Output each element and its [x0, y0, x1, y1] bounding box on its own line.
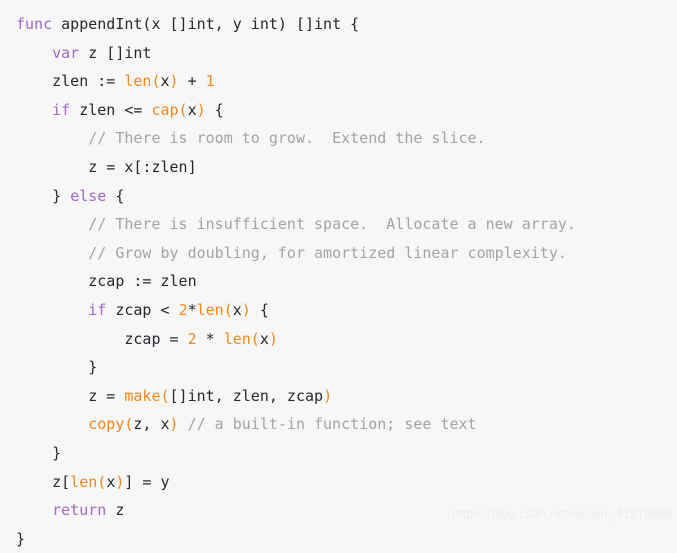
code-token-plain: ] = y	[124, 472, 170, 491]
code-token-com: // There is room to grow. Extend the sli…	[88, 129, 486, 148]
code-token-plain: z =	[16, 386, 125, 405]
code-token-fn: )	[241, 300, 251, 319]
code-line: return z	[16, 496, 677, 525]
code-token-kw: var	[52, 43, 80, 62]
code-line: func appendInt(x []int, y int) []int {	[16, 10, 677, 39]
code-token-num: 1	[205, 72, 215, 91]
code-token-plain: }	[16, 529, 26, 548]
code-token-plain: zcap := zlen	[16, 272, 197, 291]
code-token-plain: z[	[16, 472, 71, 491]
code-token-plain: x	[160, 72, 170, 91]
code-token-kw: return	[52, 501, 107, 520]
code-token-fn: len(	[124, 72, 161, 91]
code-token-fn: make(	[124, 386, 170, 405]
code-token-plain: z, x	[133, 415, 170, 434]
code-block[interactable]: func appendInt(x []int, y int) []int { v…	[0, 0, 677, 548]
code-token-kw: func	[16, 15, 53, 33]
code-line: z = make([]int, zlen, zcap)	[16, 382, 677, 411]
code-token-num: 2	[187, 329, 197, 348]
code-token-com: // There is insufficient space. Allocate…	[88, 215, 576, 234]
code-line: if zlen <= cap(x) {	[16, 96, 677, 125]
code-token-plain: {	[250, 300, 269, 319]
code-line: z = x[:zlen]	[16, 153, 677, 182]
code-line: zlen := len(x) + 1	[16, 67, 677, 96]
code-token-plain: zcap <	[106, 300, 179, 319]
code-token-plain: *	[187, 300, 197, 319]
code-line: zcap = 2 * len(x)	[16, 325, 677, 354]
code-line: var z []int	[16, 39, 677, 68]
code-token-kw: else	[70, 186, 107, 205]
code-token-plain: z []int	[79, 43, 152, 62]
code-token-plain: zcap =	[16, 329, 188, 348]
code-token-fn: )	[169, 415, 179, 434]
code-token-fn: )	[268, 329, 278, 348]
code-token-fn: )	[323, 386, 333, 405]
code-token-com: // Grow by doubling, for amortized linea…	[88, 243, 567, 262]
code-token-kw: if	[88, 300, 107, 319]
code-token-plain: +	[178, 72, 206, 91]
code-token-plain: *	[196, 329, 224, 348]
code-token-plain: }	[16, 443, 62, 462]
code-line: }	[16, 525, 677, 553]
code-line: // There is room to grow. Extend the sli…	[16, 124, 677, 153]
code-line: }	[16, 439, 677, 468]
code-token-fn: len(	[223, 329, 260, 348]
code-line: // There is insufficient space. Allocate…	[16, 210, 677, 239]
code-token-com: // a built-in function; see text	[187, 415, 477, 434]
code-line: z[len(x)] = y	[16, 468, 677, 497]
code-lines-container: func appendInt(x []int, y int) []int { v…	[16, 10, 677, 553]
code-token-plain: z	[106, 501, 125, 520]
code-token-plain: x	[232, 300, 242, 319]
code-token-plain: zlen :=	[16, 72, 125, 91]
code-token-plain: []int, zlen, zcap	[169, 386, 324, 405]
code-token-plain: {	[106, 186, 125, 205]
code-line: }	[16, 353, 677, 382]
code-token-fn: )	[169, 72, 179, 91]
code-line: zcap := zlen	[16, 267, 677, 296]
code-token-plain: zlen <=	[70, 100, 152, 119]
code-token-plain: x	[187, 100, 197, 119]
code-line: copy(z, x) // a built-in function; see t…	[16, 410, 677, 439]
code-token-plain: {	[205, 100, 224, 119]
code-line: } else {	[16, 182, 677, 211]
code-token-plain: z = x[:zlen]	[16, 157, 197, 176]
code-token-plain: appendInt(x []int, y int) []int {	[52, 15, 360, 33]
code-token-plain: }	[16, 358, 98, 377]
code-token-fn: )	[196, 100, 206, 119]
code-token-plain: }	[16, 186, 71, 205]
code-line: // Grow by doubling, for amortized linea…	[16, 239, 677, 268]
code-token-fn: copy(	[88, 415, 134, 434]
code-token-plain: x	[259, 329, 269, 348]
code-token-fn: cap(	[151, 100, 188, 119]
code-line: if zcap < 2*len(x) {	[16, 296, 677, 325]
code-token-kw: if	[52, 100, 71, 119]
code-token-fn: len(	[70, 472, 107, 491]
code-token-num: 2	[178, 300, 188, 319]
code-token-fn: len(	[196, 300, 233, 319]
code-token-plain: x	[106, 472, 116, 491]
